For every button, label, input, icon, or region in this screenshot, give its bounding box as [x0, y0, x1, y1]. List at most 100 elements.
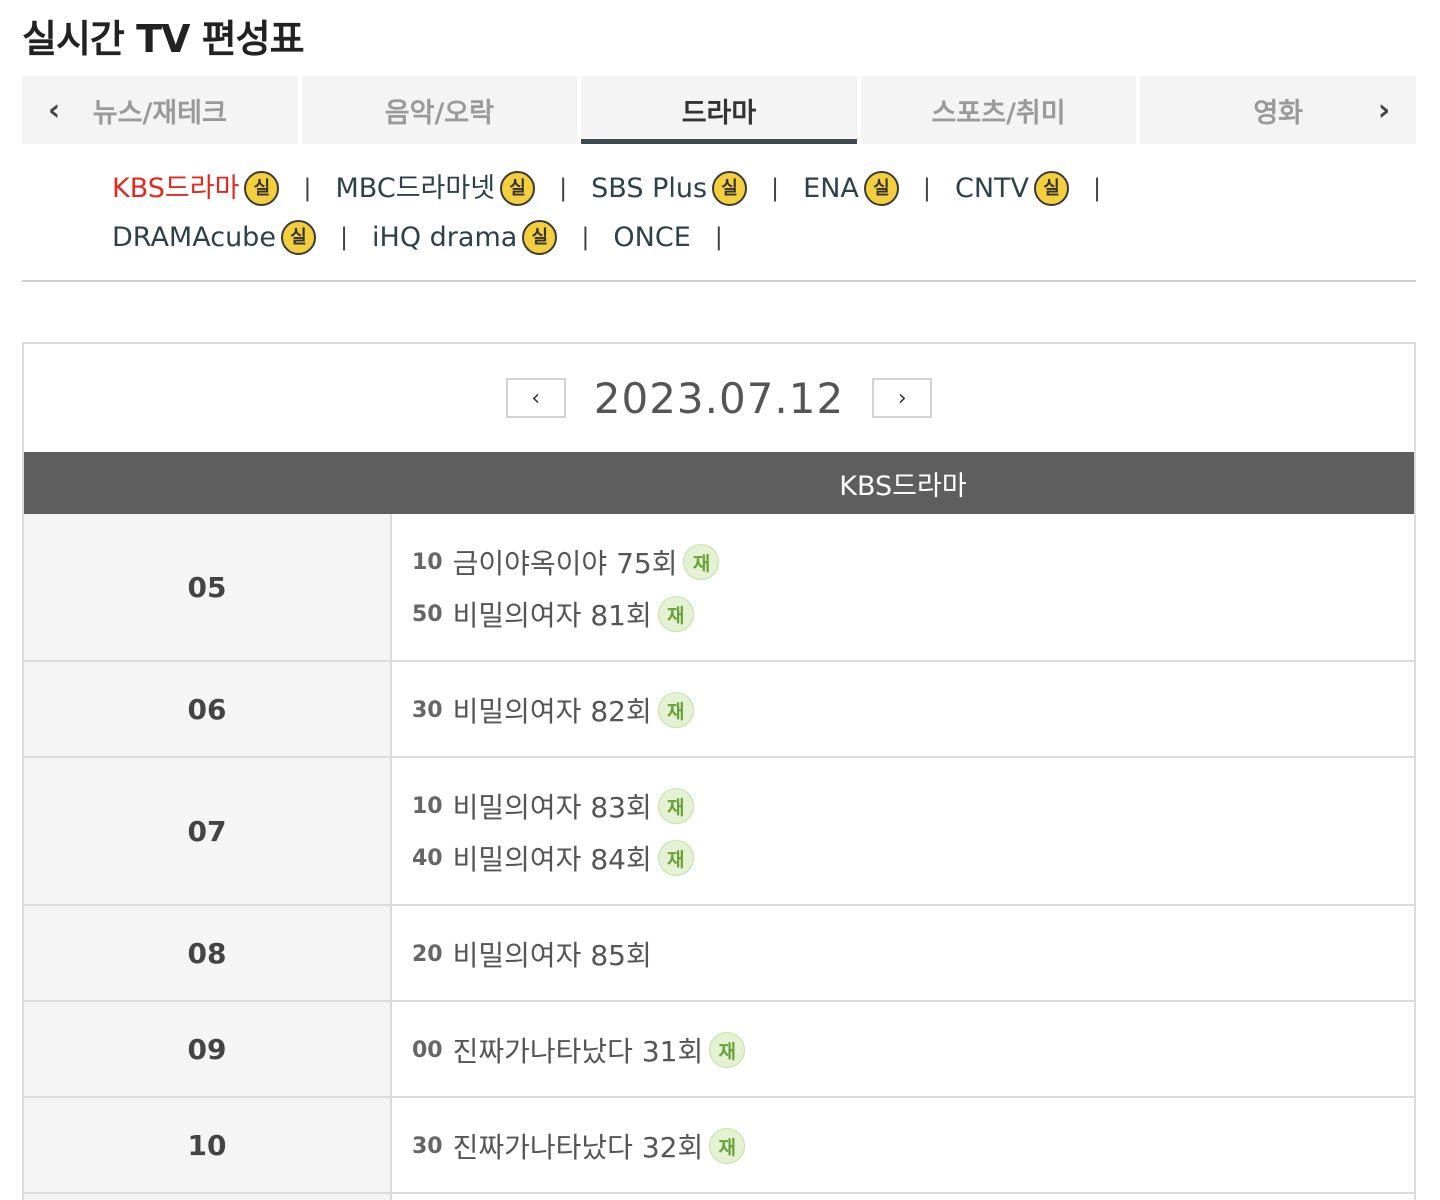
schedule-rows: 05 10 금이야옥이야 75회 재 50 비밀의여자 81회 재 06 30 비밀의여자 82회… [24, 514, 1414, 1200]
program-title: 비밀의여자 85회 [452, 939, 652, 972]
schedule-row: 07 10 비밀의여자 83회 재 40 비밀의여자 84회 재 [24, 756, 1414, 904]
schedule-row: 06 30 비밀의여자 82회 재 [24, 660, 1414, 756]
channel-name: CNTV [954, 173, 1029, 204]
program-item[interactable]: 50 비밀의여자 81회 재 [412, 588, 1414, 640]
programs-cell [392, 1194, 1414, 1200]
chevron-left-icon[interactable]: ‹ [26, 76, 82, 144]
programs-cell: 00 진짜가나타났다 31회 재 [392, 1002, 1414, 1096]
program-minute: 50 [412, 601, 443, 627]
programs-cell: 10 금이야옥이야 75회 재 50 비밀의여자 81회 재 [392, 514, 1414, 660]
schedule-row: 05 10 금이야옥이야 75회 재 50 비밀의여자 81회 재 [24, 514, 1414, 660]
channel-list-line: KBS드라마 실 | MBC드라마넷 실 | SBS Plus 실 | ENA 실 | CNTV 실 | [112, 164, 1212, 213]
schedule-row: 09 00 진짜가나타났다 31회 재 [24, 1000, 1414, 1096]
channel-separator: | [581, 223, 590, 251]
channel-name: DRAMAcube [112, 222, 276, 253]
live-badge: 실 [500, 171, 536, 206]
channel-link[interactable]: ENA 실 [803, 164, 899, 213]
program-item[interactable]: 10 비밀의여자 83회 재 [412, 780, 1414, 832]
channel-separator: | [714, 223, 723, 251]
live-badge: 실 [244, 171, 280, 206]
hour-cell: 11 [24, 1194, 392, 1200]
program-title: 금이야옥이야 75회 [452, 547, 678, 580]
schedule-row: 11 [24, 1192, 1414, 1200]
programs-cell: 30 비밀의여자 82회 재 [392, 662, 1414, 756]
programs-cell: 10 비밀의여자 83회 재 40 비밀의여자 84회 재 [392, 758, 1414, 904]
program-item[interactable]: 40 비밀의여자 84회 재 [412, 832, 1414, 884]
channel-link[interactable]: ONCE [613, 213, 690, 262]
channel-separator: | [1092, 174, 1102, 202]
program-minute: 30 [412, 1133, 443, 1159]
program-minute: 20 [412, 941, 443, 967]
next-date-button[interactable]: › [872, 378, 933, 418]
hour-cell: 07 [24, 758, 392, 904]
program-title: 진짜가나타났다 32회 [452, 1131, 704, 1164]
channel-name: ENA [803, 173, 859, 204]
channel-link[interactable]: iHQ drama 실 [372, 213, 558, 262]
programs-cell: 20 비밀의여자 85회 [392, 906, 1414, 1000]
program-minute: 40 [412, 845, 443, 871]
channel-name: KBS드라마 [112, 173, 240, 204]
channel-name: ONCE [613, 222, 691, 253]
tab-sports[interactable]: 스포츠/취미 [860, 76, 1137, 144]
live-badge: 실 [863, 171, 899, 206]
divider [22, 280, 1416, 282]
schedule-table: ‹ 2023.07.12 › KBS드라마 05 10 금이야옥이야 75회 재 50 비… [22, 342, 1416, 1200]
channel-name: SBS Plus [591, 173, 708, 204]
hour-cell: 05 [24, 514, 392, 660]
program-title: 비밀의여자 82회 [452, 695, 652, 728]
program-item[interactable]: 30 비밀의여자 82회 재 [412, 684, 1414, 736]
channel-name: iHQ drama [372, 222, 518, 253]
schedule-row: 08 20 비밀의여자 85회 [24, 904, 1414, 1000]
hour-cell: 09 [24, 1002, 392, 1096]
page-title: 실시간 TV 편성표 [22, 17, 305, 61]
program-minute: 10 [412, 793, 443, 819]
channel-list: KBS드라마 실 | MBC드라마넷 실 | SBS Plus 실 | ENA 실 | CNTV 실 | D… [112, 164, 1212, 262]
current-date: 2023.07.12 [593, 373, 845, 423]
live-badge: 실 [1033, 171, 1069, 206]
channel-link[interactable]: KBS드라마 실 [112, 164, 280, 213]
programs-cell: 30 진짜가나타났다 32회 재 [392, 1098, 1414, 1192]
hour-cell: 08 [24, 906, 392, 1000]
live-badge: 실 [522, 220, 558, 255]
channel-separator: | [303, 174, 312, 202]
rerun-badge: 재 [657, 692, 694, 728]
channel-link[interactable]: CNTV 실 [955, 164, 1069, 213]
channel-separator: | [922, 174, 931, 202]
live-badge: 실 [712, 171, 748, 206]
rerun-badge: 재 [683, 544, 720, 580]
channel-link[interactable]: MBC드라마넷 실 [336, 164, 536, 213]
category-tabs: ‹ 뉴스/재테크 음악/오락 드라마 스포츠/취미 영화 › [22, 76, 1416, 144]
hour-cell: 10 [24, 1098, 392, 1192]
rerun-badge: 재 [709, 1128, 746, 1164]
channel-separator: | [339, 223, 349, 251]
live-badge: 실 [280, 220, 316, 255]
channel-separator: | [559, 174, 568, 202]
channel-name: MBC드라마넷 [335, 173, 496, 204]
program-title: 비밀의여자 84회 [452, 843, 652, 876]
tab-music[interactable]: 음악/오락 [301, 76, 578, 144]
program-item[interactable]: 30 진짜가나타났다 32회 재 [412, 1120, 1414, 1172]
prev-date-button[interactable]: ‹ [505, 378, 566, 418]
rerun-badge: 재 [657, 840, 694, 876]
program-minute: 00 [412, 1037, 443, 1063]
program-minute: 10 [412, 549, 443, 575]
channel-header: KBS드라마 [24, 452, 1414, 514]
program-title: 비밀의여자 81회 [452, 599, 652, 632]
channel-separator: | [771, 174, 780, 202]
program-title: 진짜가나타났다 31회 [452, 1035, 704, 1068]
chevron-right-icon[interactable]: › [1356, 76, 1412, 144]
rerun-badge: 재 [657, 788, 694, 824]
program-item[interactable]: 20 비밀의여자 85회 [412, 928, 1414, 980]
program-item[interactable]: 10 금이야옥이야 75회 재 [412, 536, 1414, 588]
date-navigator: ‹ 2023.07.12 › [24, 344, 1414, 452]
program-item[interactable]: 00 진짜가나타났다 31회 재 [412, 1024, 1414, 1076]
channel-link[interactable]: SBS Plus 실 [591, 164, 748, 213]
tab-drama[interactable]: 드라마 [581, 76, 857, 144]
channel-link[interactable]: DRAMAcube 실 [112, 213, 316, 262]
channel-list-line: DRAMAcube 실 | iHQ drama 실 | ONCE | [112, 213, 1212, 262]
hour-cell: 06 [24, 662, 392, 756]
schedule-row: 10 30 진짜가나타났다 32회 재 [24, 1096, 1414, 1192]
channel-header-name: KBS드라마 [839, 470, 967, 502]
program-minute: 30 [412, 697, 443, 723]
program-title: 비밀의여자 83회 [452, 791, 652, 824]
